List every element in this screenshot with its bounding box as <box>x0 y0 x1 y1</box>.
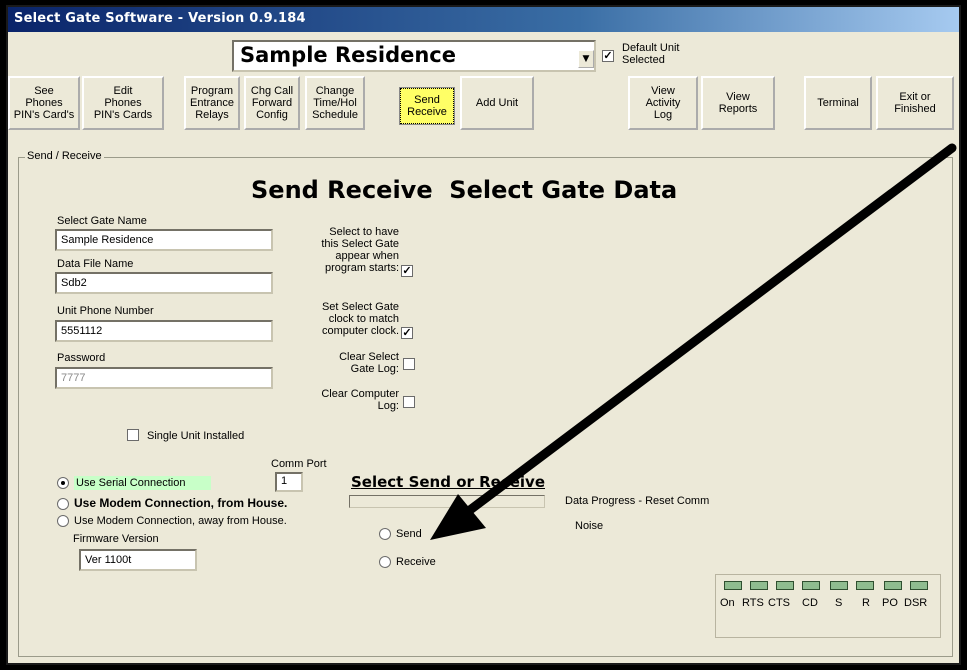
group-legend: Send / Receive <box>25 150 104 162</box>
receive-radio-button[interactable] <box>379 556 391 569</box>
window-title: Select Gate Software - Version 0.9.184 <box>8 7 959 32</box>
led-r-indicator <box>856 581 874 590</box>
led-s-indicator <box>830 581 848 590</box>
modem-away-radio-button[interactable] <box>57 515 69 528</box>
progress-label: Data Progress - Reset Comm <box>565 495 710 507</box>
clear-gate-log-checkbox[interactable] <box>403 358 415 370</box>
led-label: S <box>835 597 843 609</box>
change-time-button[interactable]: Change Time/Hol Schedule <box>305 76 365 130</box>
clear-computer-log-label: Clear Computer Log: <box>321 388 399 412</box>
data-file-input[interactable]: Sdb2 <box>55 272 273 294</box>
led-label: CD <box>802 597 818 609</box>
see-phones-button[interactable]: See Phones PIN's Card's <box>8 76 80 130</box>
serial-radio[interactable]: Use Serial Connection <box>57 476 212 490</box>
default-unit-label: Default Unit Selected <box>622 42 680 66</box>
unit-selector-value: Sample Residence <box>240 43 456 67</box>
view-reports-button[interactable]: View Reports <box>701 76 775 130</box>
modem-away-radio[interactable]: Use Modem Connection, away from House. <box>57 515 287 528</box>
modem-from-radio-label: Use Modem Connection, from House. <box>74 496 288 510</box>
led-label: On <box>720 597 735 609</box>
led-cd-indicator <box>802 581 820 590</box>
password-label: Password <box>57 352 106 364</box>
send-receive-title: Select Send or Receive <box>351 473 545 491</box>
set-clock-label: Set Select Gate clock to match computer … <box>321 301 399 337</box>
led-label: PO <box>882 597 898 609</box>
top-row: Sample Residence ▼ ✓ Default Unit Select… <box>8 40 959 74</box>
data-file-label: Data File Name <box>57 258 134 270</box>
view-activity-button[interactable]: View Activity Log <box>628 76 698 130</box>
send-radio-label: Send <box>396 528 422 540</box>
led-dsr-indicator <box>910 581 928 590</box>
unit-selector[interactable]: Sample Residence ▼ <box>232 40 596 72</box>
receive-radio[interactable]: Receive <box>379 556 436 569</box>
phone-label: Unit Phone Number <box>57 305 154 317</box>
appear-startup-label: Select to have this Select Gate appear w… <box>321 226 399 274</box>
modem-away-radio-label: Use Modem Connection, away from House. <box>74 515 287 527</box>
default-unit-check[interactable]: ✓ <box>602 50 614 62</box>
data-progress-bar <box>349 495 545 508</box>
led-on-indicator <box>724 581 742 590</box>
send-radio[interactable]: Send <box>379 528 422 541</box>
appear-startup-checkbox[interactable]: ✓ <box>401 265 413 277</box>
exit-button[interactable]: Exit or Finished <box>876 76 954 130</box>
comm-status-leds: On RTS CTS CD S R PO DSR <box>715 574 941 638</box>
modem-from-radio-button[interactable] <box>57 497 69 510</box>
set-clock-checkbox[interactable]: ✓ <box>401 327 413 339</box>
gate-name-label: Select Gate Name <box>57 215 147 227</box>
comm-port-label: Comm Port <box>271 458 327 470</box>
toolbar: See Phones PIN's Card's Edit Phones PIN'… <box>8 76 959 132</box>
edit-phones-button[interactable]: Edit Phones PIN's Cards <box>82 76 164 130</box>
led-label: DSR <box>904 597 928 609</box>
firmware-input[interactable]: Ver 1100t <box>79 549 197 571</box>
receive-radio-label: Receive <box>396 556 436 568</box>
phone-input[interactable]: 5551112 <box>55 320 273 342</box>
program-relays-button[interactable]: Program Entrance Relays <box>184 76 240 130</box>
led-label: R <box>862 597 870 609</box>
dropdown-arrow-icon[interactable]: ▼ <box>578 50 594 68</box>
terminal-button[interactable]: Terminal <box>804 76 872 130</box>
single-unit-label: Single Unit Installed <box>147 430 245 442</box>
led-label: CTS <box>768 597 790 609</box>
comm-port-input[interactable]: 1 <box>275 472 303 492</box>
send-receive-group: Send / Receive Send Receive Select Gate … <box>18 150 953 657</box>
serial-radio-button[interactable] <box>57 477 69 490</box>
app-window: Select Gate Software - Version 0.9.184 S… <box>6 5 961 665</box>
add-unit-button[interactable]: Add Unit <box>460 76 534 130</box>
led-cts-indicator <box>776 581 794 590</box>
single-unit-checkbox[interactable] <box>127 429 139 441</box>
led-po-indicator <box>884 581 902 590</box>
clear-gate-log-label: Clear Select Gate Log: <box>339 351 399 375</box>
serial-radio-label: Use Serial Connection <box>74 476 212 490</box>
send-receive-button[interactable]: Send Receive <box>399 87 455 125</box>
chg-call-forward-button[interactable]: Chg Call Forward Config <box>244 76 300 130</box>
send-radio-button[interactable] <box>379 528 391 541</box>
led-rts-indicator <box>750 581 768 590</box>
password-input[interactable]: 7777 <box>55 367 273 389</box>
gate-name-input[interactable]: Sample Residence <box>55 229 273 251</box>
firmware-label: Firmware Version <box>73 533 159 545</box>
modem-from-radio[interactable]: Use Modem Connection, from House. <box>57 496 287 510</box>
noise-label: Noise <box>575 520 604 532</box>
clear-computer-log-checkbox[interactable] <box>403 396 415 408</box>
page-heading: Send Receive Select Gate Data <box>251 176 678 204</box>
led-label: RTS <box>742 597 764 609</box>
